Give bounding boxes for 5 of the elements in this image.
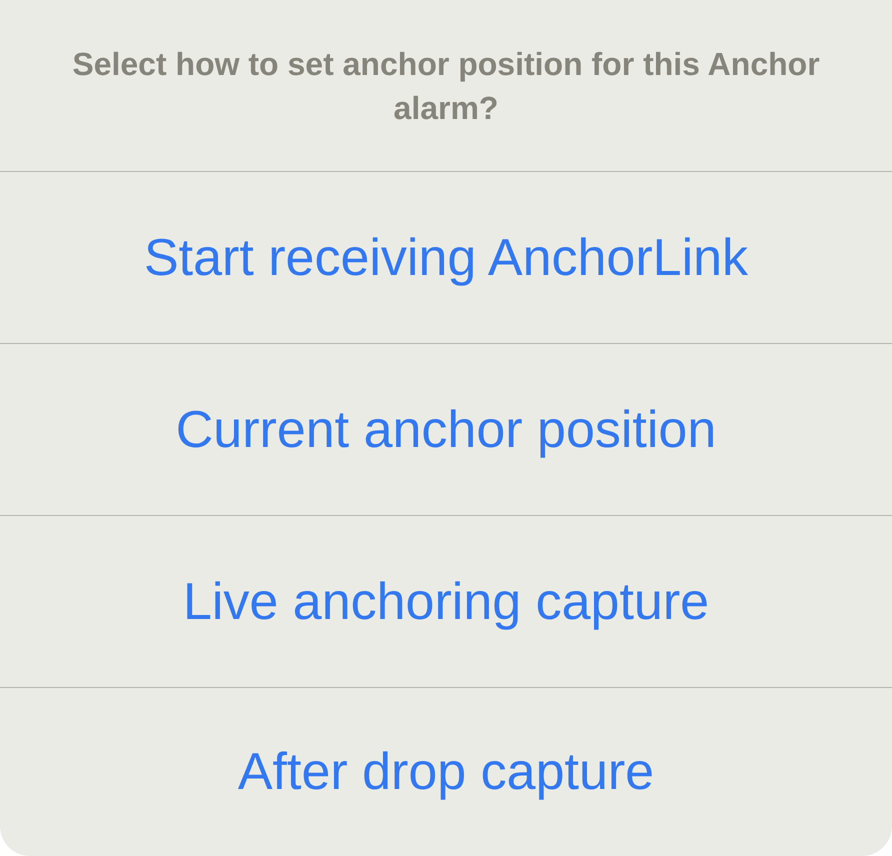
action-button[interactable]: Live anchoring capture — [0, 516, 892, 688]
action-button[interactable]: Current anchor position — [0, 344, 892, 516]
action-button[interactable]: After drop capture — [0, 688, 892, 856]
sheet-message: Select how to set anchor position for this Anchor alarm? — [71, 44, 821, 128]
action-button[interactable]: Start receiving AnchorLink — [0, 172, 892, 344]
